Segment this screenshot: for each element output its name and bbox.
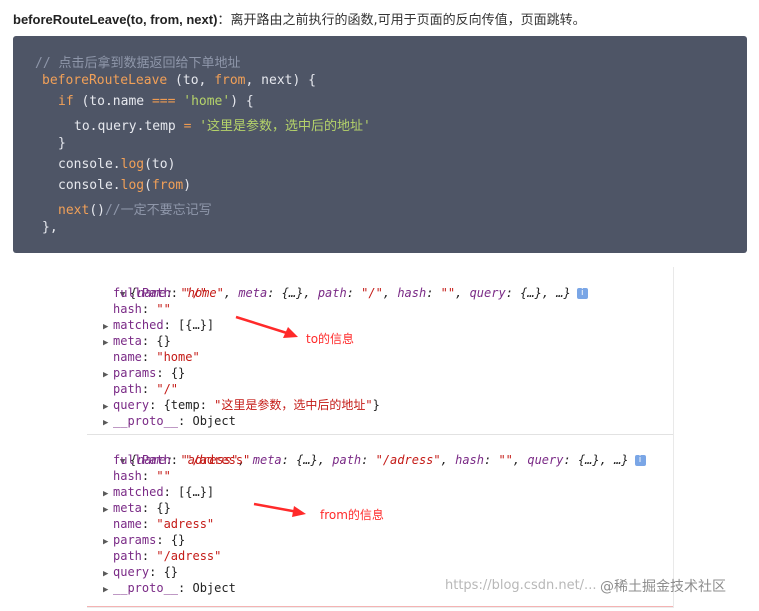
annotation-from-label: from的信息 (320, 508, 384, 522)
arrow-from-icon (253, 502, 306, 517)
watermark-url: https://blog.csdn.net/... (445, 578, 597, 593)
annotation-to-label: to的信息 (306, 332, 355, 346)
arrow-to-icon (235, 315, 298, 338)
watermark-brand: @稀土掘金技术社区 (600, 579, 726, 595)
